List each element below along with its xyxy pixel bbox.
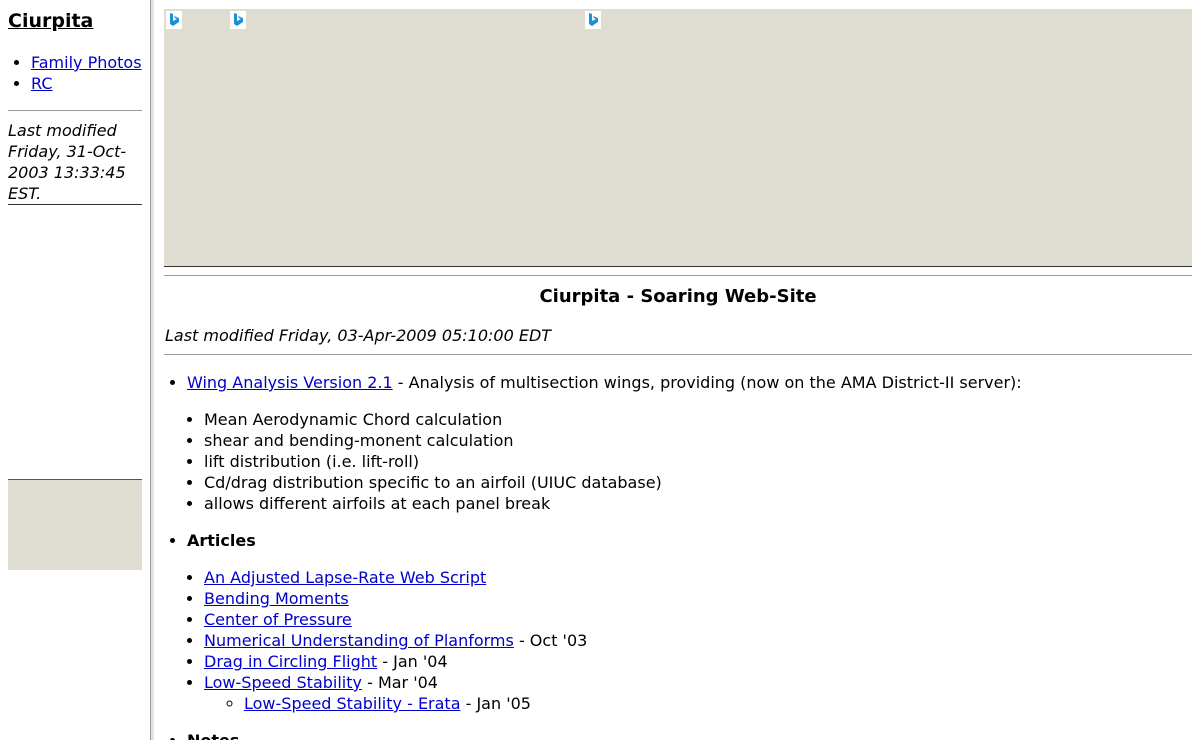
article-sublist: Low-Speed Stability - Erata - Jan '05: [204, 693, 1192, 714]
sidebar-divider-bottom: [8, 204, 142, 205]
article-link[interactable]: Center of Pressure: [204, 610, 352, 629]
site-title-link[interactable]: Ciurpita: [8, 10, 93, 32]
articles-heading: Articles: [187, 531, 256, 550]
article-date: - Mar '04: [362, 673, 438, 692]
list-item-articles: Articles An Adjusted Lapse-Rate Web Scri…: [187, 530, 1192, 714]
wing-analysis-link[interactable]: Wing Analysis Version 2.1: [187, 373, 393, 392]
bing-icon[interactable]: [230, 11, 246, 29]
list-item: Mean Aerodynamic Chord calculation: [204, 409, 1192, 430]
sidebar-divider-top: [8, 110, 142, 111]
article-link[interactable]: Low-Speed Stability - Erata: [244, 694, 461, 713]
frame-resize-divider[interactable]: [150, 0, 155, 740]
list-item: allows different airfoils at each panel …: [204, 493, 1192, 514]
article-sub-item: Low-Speed Stability - Erata - Jan '05: [244, 693, 1192, 714]
main-last-modified: Last modified Friday, 03-Apr-2009 05:10:…: [165, 326, 552, 345]
bing-icon[interactable]: [166, 11, 182, 29]
family-photos-link[interactable]: Family Photos: [31, 53, 142, 72]
list-item: Cd/drag distribution specific to an airf…: [204, 472, 1192, 493]
rc-link[interactable]: RC: [31, 74, 53, 93]
sidebar-item-rc: RC: [31, 73, 142, 94]
article-item: Numerical Understanding of Planforms - O…: [204, 630, 1192, 651]
main-divider-bottom: [164, 354, 1192, 355]
article-item: An Adjusted Lapse-Rate Web Script: [204, 567, 1192, 588]
article-link[interactable]: Numerical Understanding of Planforms: [204, 631, 514, 650]
article-date: - Jan '04: [377, 652, 448, 671]
left-frame: Ciurpita Family Photos RC Last modified …: [0, 0, 150, 740]
main-frame: Ciurpita - Soaring Web-Site Last modifie…: [157, 0, 1200, 740]
article-link[interactable]: An Adjusted Lapse-Rate Web Script: [204, 568, 486, 587]
bing-icon[interactable]: [585, 11, 601, 29]
wing-analysis-features: Mean Aerodynamic Chord calculation shear…: [187, 409, 1192, 514]
sidebar-ad-placeholder: [8, 479, 142, 570]
article-date: - Jan '05: [460, 694, 531, 713]
article-item: Low-Speed Stability - Mar '04 Low-Speed …: [204, 672, 1192, 714]
article-item: Drag in Circling Flight - Jan '04: [204, 651, 1192, 672]
main-content: Wing Analysis Version 2.1 - Analysis of …: [164, 372, 1192, 740]
sidebar-nav: Family Photos RC: [8, 52, 142, 94]
articles-list: An Adjusted Lapse-Rate Web Script Bendin…: [187, 567, 1192, 714]
page-title: Ciurpita - Soaring Web-Site: [539, 286, 817, 307]
list-item: shear and bending-monent calculation: [204, 430, 1192, 451]
banner-ad-placeholder: [164, 9, 1192, 267]
list-item-wing-analysis: Wing Analysis Version 2.1 - Analysis of …: [187, 372, 1192, 514]
notes-heading: Notes: [187, 731, 239, 740]
list-item-notes: Notes: [187, 730, 1192, 740]
wing-analysis-description: - Analysis of multisection wings, provid…: [392, 373, 1022, 392]
sidebar-last-modified: Last modified Friday, 31-Oct-2003 13:33:…: [8, 121, 127, 203]
list-item: lift distribution (i.e. lift-roll): [204, 451, 1192, 472]
main-divider-top: [164, 275, 1192, 276]
article-link[interactable]: Bending Moments: [204, 589, 349, 608]
sidebar-item-family-photos: Family Photos: [31, 52, 142, 73]
article-link[interactable]: Low-Speed Stability: [204, 673, 362, 692]
article-date: - Oct '03: [513, 631, 588, 650]
article-item: Center of Pressure: [204, 609, 1192, 630]
article-item: Bending Moments: [204, 588, 1192, 609]
site-title: Ciurpita: [8, 10, 93, 32]
content-list: Wing Analysis Version 2.1 - Analysis of …: [164, 372, 1192, 740]
article-link[interactable]: Drag in Circling Flight: [204, 652, 377, 671]
